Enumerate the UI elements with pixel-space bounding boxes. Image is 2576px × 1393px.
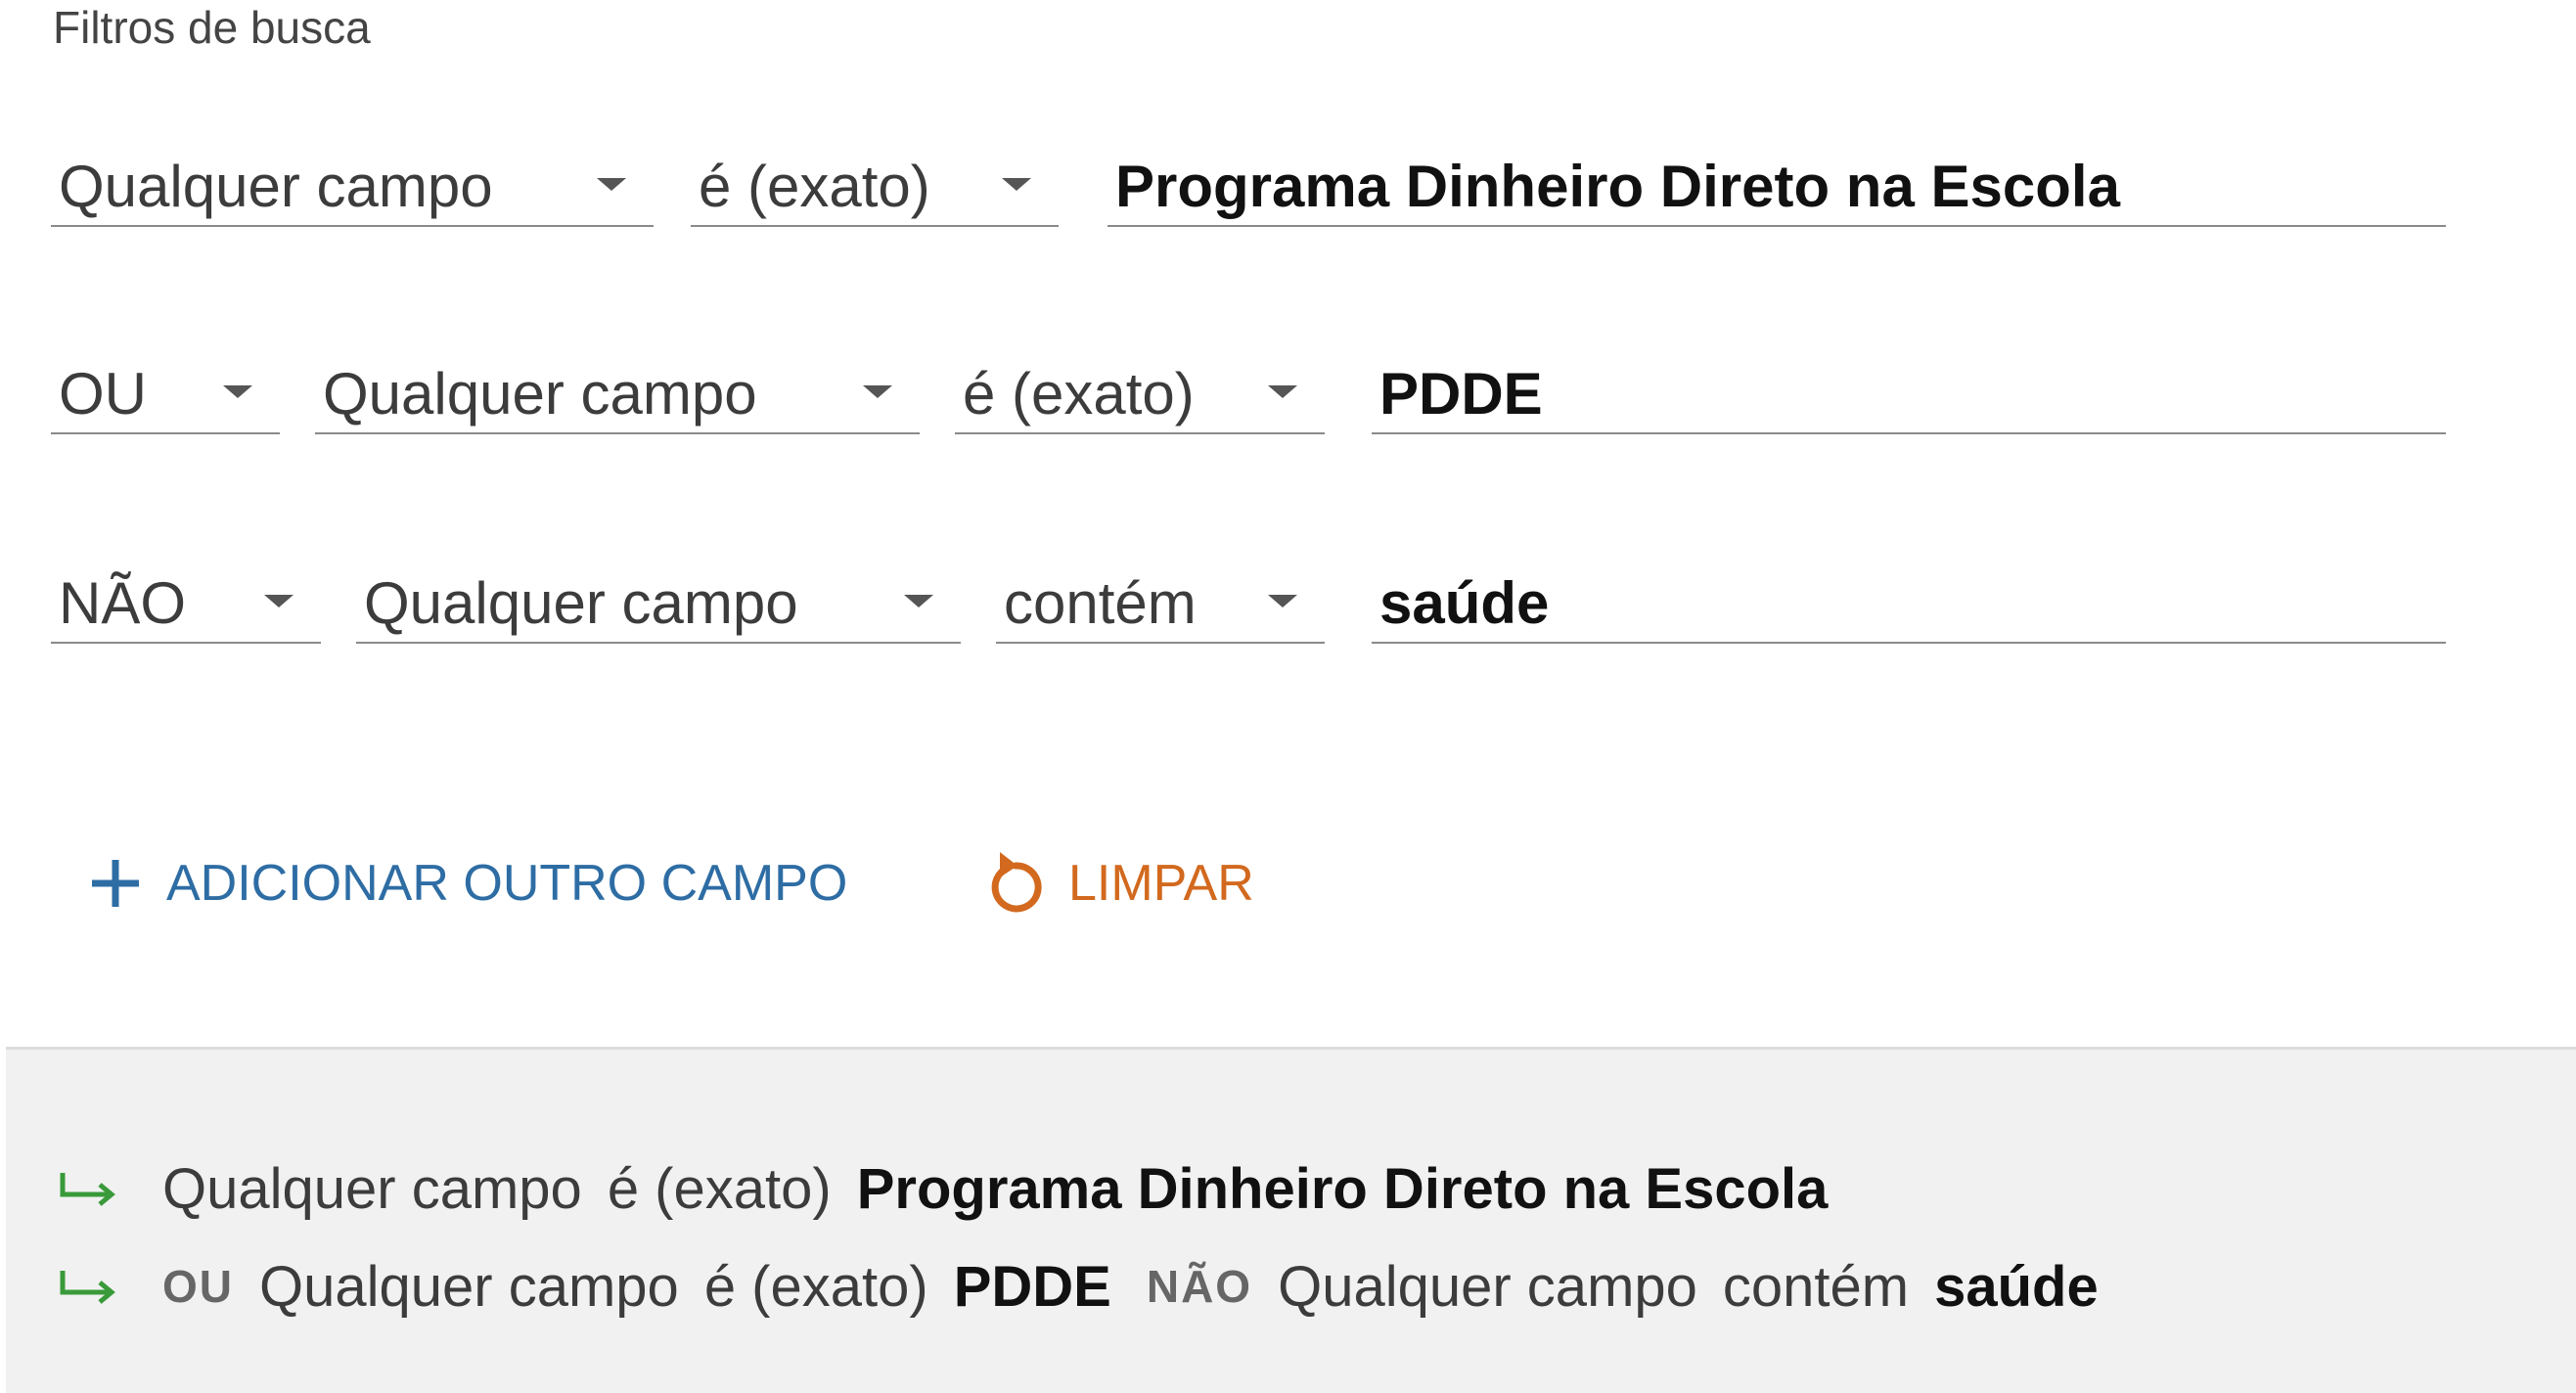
undo-icon bbox=[982, 848, 1047, 919]
field-select-value: Qualquer campo bbox=[59, 154, 493, 219]
summary-value: saúde bbox=[1934, 1254, 2099, 1319]
match-select[interactable]: é (exato) bbox=[955, 346, 1325, 434]
caret-down-icon bbox=[223, 385, 252, 398]
summary-line-1: Qualquer campo é (exato) Programa Dinhei… bbox=[57, 1149, 1863, 1228]
section-title: Filtros de busca bbox=[53, 2, 371, 53]
caret-down-icon bbox=[1268, 385, 1297, 398]
summary-field: Qualquer campo bbox=[1278, 1254, 1697, 1319]
caret-down-icon bbox=[264, 595, 294, 607]
match-select[interactable]: contém bbox=[996, 556, 1325, 644]
operator-select-value: OU bbox=[59, 361, 147, 427]
value-input[interactable]: saúde bbox=[1372, 556, 2446, 644]
value-input-text: Programa Dinheiro Direto na Escola bbox=[1115, 154, 2120, 219]
match-select-value: é (exato) bbox=[699, 154, 930, 219]
operator-select[interactable]: OU bbox=[51, 346, 280, 434]
clear-label: LIMPAR bbox=[1068, 855, 1254, 912]
value-input[interactable]: Programa Dinheiro Direto na Escola bbox=[1107, 139, 2446, 227]
summary-match: contém bbox=[1722, 1254, 1910, 1319]
operator-select-value: NÃO bbox=[59, 570, 187, 636]
arrow-return-right-icon bbox=[57, 1169, 119, 1208]
field-select[interactable]: Qualquer campo bbox=[51, 139, 654, 227]
caret-down-icon bbox=[1268, 595, 1297, 607]
value-input[interactable]: PDDE bbox=[1372, 346, 2446, 434]
arrow-return-right-icon bbox=[57, 1267, 119, 1306]
summary-operator: OU bbox=[162, 1261, 234, 1312]
caret-down-icon bbox=[597, 178, 626, 191]
field-select[interactable]: Qualquer campo bbox=[315, 346, 920, 434]
value-input-text: saúde bbox=[1379, 570, 1550, 636]
caret-down-icon bbox=[863, 385, 892, 398]
add-field-label: ADICIONAR OUTRO CAMPO bbox=[166, 855, 848, 912]
caret-down-icon bbox=[1002, 178, 1031, 191]
value-input-text: PDDE bbox=[1379, 361, 1543, 427]
summary-match: é (exato) bbox=[703, 1254, 928, 1319]
field-select-value: Qualquer campo bbox=[364, 570, 798, 636]
match-select-value: é (exato) bbox=[963, 361, 1195, 427]
add-field-button[interactable]: ADICIONAR OUTRO CAMPO bbox=[86, 839, 847, 927]
summary-field: Qualquer campo bbox=[259, 1254, 679, 1319]
plus-icon bbox=[86, 854, 145, 913]
query-summary: Qualquer campo é (exato) Programa Dinhei… bbox=[6, 1047, 2576, 1393]
caret-down-icon bbox=[904, 595, 933, 607]
summary-match: é (exato) bbox=[607, 1156, 832, 1221]
operator-select[interactable]: NÃO bbox=[51, 556, 321, 644]
summary-line-2: OU Qualquer campo é (exato) PDDE NÃO Qua… bbox=[57, 1247, 2134, 1326]
summary-value: PDDE bbox=[953, 1254, 1111, 1319]
clear-button[interactable]: LIMPAR bbox=[982, 839, 1254, 927]
match-select-value: contém bbox=[1004, 570, 1197, 636]
field-select[interactable]: Qualquer campo bbox=[356, 556, 961, 644]
summary-operator: NÃO bbox=[1146, 1261, 1253, 1312]
summary-field: Qualquer campo bbox=[162, 1156, 582, 1221]
summary-value: Programa Dinheiro Direto na Escola bbox=[856, 1156, 1829, 1221]
match-select[interactable]: é (exato) bbox=[691, 139, 1059, 227]
field-select-value: Qualquer campo bbox=[323, 361, 757, 427]
